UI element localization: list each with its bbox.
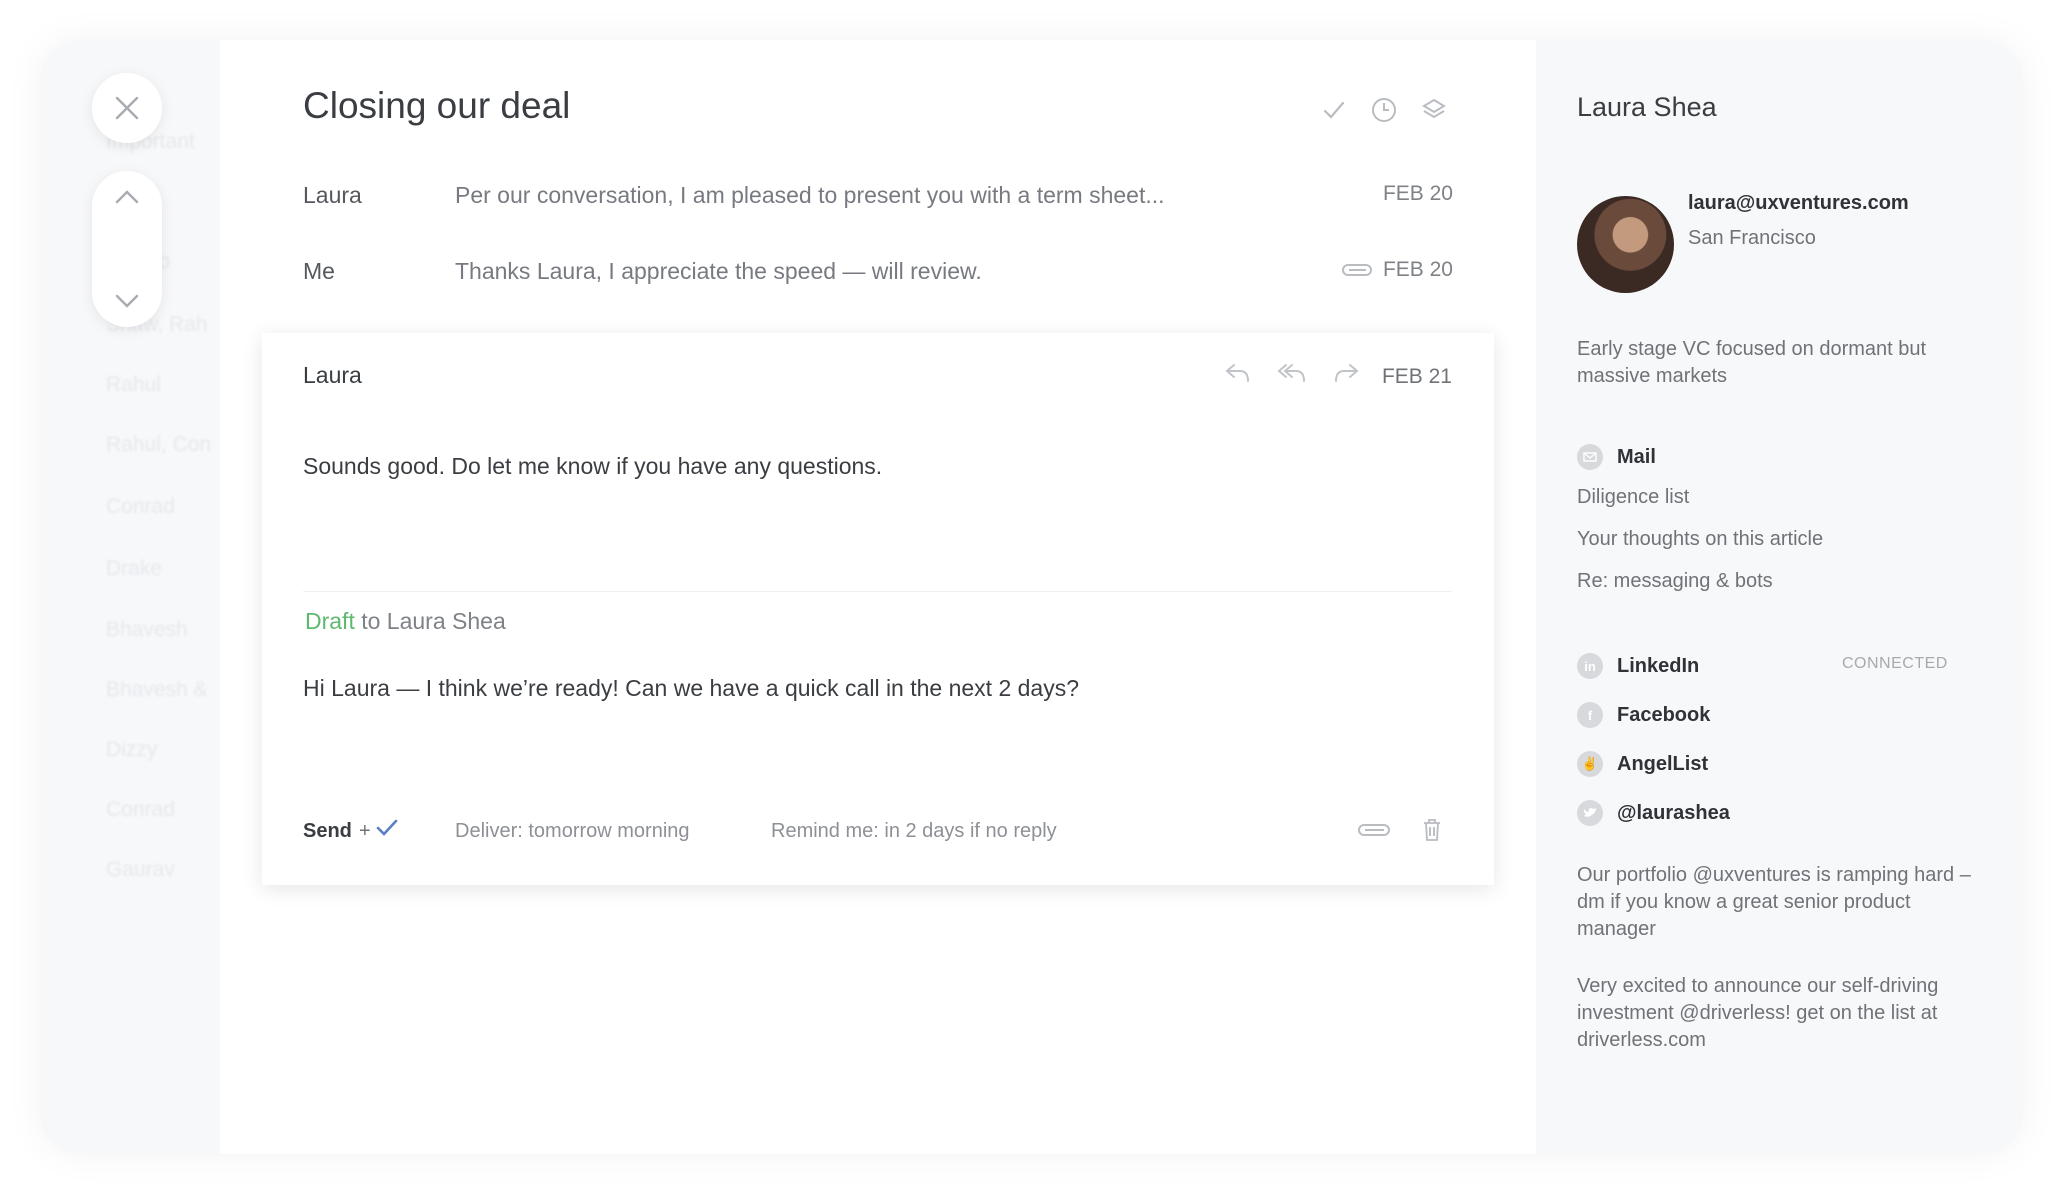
message-sender: Me <box>303 258 335 284</box>
mail-item[interactable]: Re: messaging & bots <box>1577 570 1773 593</box>
remind-button[interactable] <box>1370 96 1398 124</box>
message-row[interactable]: Me Thanks Laura, I appreciate the speed … <box>303 250 1453 290</box>
message-snippet: Per our conversation, I am pleased to pr… <box>455 182 1165 208</box>
divider <box>303 591 1452 592</box>
send-plus: + <box>359 820 371 842</box>
move-button[interactable] <box>1420 96 1448 124</box>
contact-panel: Laura Shea laura@uxventures.com San Fran… <box>1536 40 2023 1154</box>
mail-section-header: Mail <box>1577 444 1656 470</box>
clock-icon <box>1372 98 1396 122</box>
facebook-label: Facebook <box>1617 703 1711 726</box>
thread-panel: Closing our deal Laura Per our conversat… <box>220 40 1536 1154</box>
thread-title: Closing our deal <box>303 85 571 126</box>
twitter-link[interactable]: @laurashea <box>1577 800 1730 826</box>
open-message-date: FEB 21 <box>1381 365 1452 388</box>
message-sender: Laura <box>303 182 362 208</box>
done-button[interactable] <box>1320 96 1348 124</box>
draft-body[interactable]: Hi Laura — I think we’re ready! Can we h… <box>303 675 1079 702</box>
mail-item[interactable]: Diligence list <box>1577 486 1689 509</box>
reply-button[interactable] <box>1222 358 1254 388</box>
attachment-icon[interactable] <box>1357 822 1391 838</box>
mail-icon <box>1577 444 1603 470</box>
draft-recipient: to Laura Shea <box>354 608 506 634</box>
draft-header: Draft to Laura Shea <box>305 608 506 635</box>
mail-section-label: Mail <box>1617 445 1656 468</box>
send-bar: Send + Deliver: tomorrow morning Remind … <box>303 816 1453 850</box>
thread-navigation <box>92 171 162 327</box>
reply-all-button[interactable] <box>1276 358 1308 388</box>
linkedin-icon: in <box>1577 653 1603 679</box>
social-post: Our portfolio @uxventures is ramping har… <box>1577 864 1971 940</box>
facebook-link[interactable]: f Facebook <box>1577 702 1710 728</box>
deliver-option[interactable]: Deliver: tomorrow morning <box>455 820 690 843</box>
message-row[interactable]: Laura Per our conversation, I am pleased… <box>303 174 1453 214</box>
forward-button[interactable] <box>1330 358 1362 388</box>
open-message-sender: Laura <box>303 362 362 388</box>
open-message-card: Laura FEB 21 Sounds good. Do let me know… <box>262 333 1494 885</box>
mail-item[interactable]: Your thoughts on this article <box>1577 528 1823 551</box>
open-message-body: Sounds good. Do let me know if you have … <box>303 453 883 479</box>
message-actions <box>1222 358 1362 388</box>
remind-option[interactable]: Remind me: in 2 days if no reply <box>771 820 1057 843</box>
reply-all-icon <box>1277 364 1305 382</box>
check-icon <box>1323 101 1345 119</box>
angellist-link[interactable]: ✌ AngelList <box>1577 751 1708 777</box>
forward-icon <box>1335 364 1359 382</box>
avatar <box>1577 196 1674 293</box>
send-done-check-icon[interactable] <box>376 818 398 838</box>
send-button[interactable]: Send <box>303 820 352 843</box>
twitter-handle: @laurashea <box>1617 801 1730 824</box>
message-date: FEB 20 <box>1382 182 1453 205</box>
app-frame: Important Sho b & Do Shaw, Rah Rahul Rah… <box>40 40 2023 1154</box>
angellist-label: AngelList <box>1617 752 1709 775</box>
angellist-icon: ✌ <box>1577 751 1603 777</box>
social-post: Very excited to announce our self-drivin… <box>1577 975 1939 1051</box>
draft-label: Draft <box>305 608 355 634</box>
close-icon <box>115 96 139 120</box>
facebook-icon: f <box>1577 702 1603 728</box>
contact-bio: Early stage VC focused on dormant but ma… <box>1577 338 1927 387</box>
close-button[interactable] <box>92 73 162 143</box>
twitter-icon <box>1577 800 1603 826</box>
contact-name: Laura Shea <box>1577 92 1717 122</box>
contact-email[interactable]: laura@uxventures.com <box>1688 192 1909 215</box>
connected-badge: CONNECTED <box>1842 655 1948 672</box>
trash-icon[interactable] <box>1421 818 1443 842</box>
thread-toolbar <box>1320 96 1448 124</box>
linkedin-link[interactable]: in LinkedIn <box>1577 653 1699 679</box>
attachment-icon <box>1342 264 1372 276</box>
chevron-down-icon[interactable] <box>114 293 140 309</box>
contact-location: San Francisco <box>1688 227 1816 249</box>
message-snippet: Thanks Laura, I appreciate the speed — w… <box>455 258 982 284</box>
linkedin-label: LinkedIn <box>1617 654 1700 677</box>
reply-icon <box>1225 364 1249 382</box>
message-date: FEB 20 <box>1382 258 1453 281</box>
chevron-up-icon[interactable] <box>114 189 140 205</box>
layers-icon <box>1422 98 1446 119</box>
